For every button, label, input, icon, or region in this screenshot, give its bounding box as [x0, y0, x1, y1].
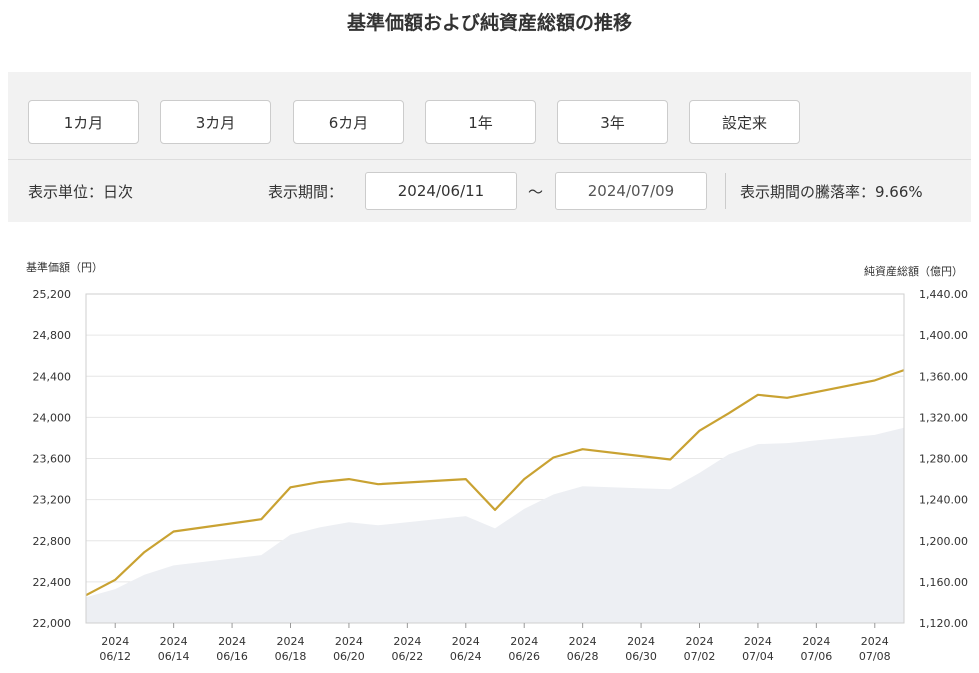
right-y-tick-label: 1,280.00	[919, 453, 968, 466]
period-button-1m[interactable]: 1カ月	[28, 100, 139, 144]
x-tick-date: 07/06	[801, 650, 833, 663]
x-tick-year: 2024	[393, 635, 421, 648]
x-tick-date: 06/18	[275, 650, 307, 663]
x-tick-year: 2024	[335, 635, 363, 648]
right-y-tick-label: 1,240.00	[919, 494, 968, 507]
left-y-tick-label: 24,800	[33, 329, 72, 342]
to-date-field[interactable]: 2024/07/09	[555, 172, 707, 210]
right-y-tick-label: 1,440.00	[919, 288, 968, 301]
left-y-tick-label: 24,000	[33, 411, 72, 424]
display-period-label: 表示期間：	[268, 183, 344, 201]
x-tick-year: 2024	[627, 635, 655, 648]
change-rate-label: 表示期間の騰落率：9.66%	[740, 183, 923, 201]
x-tick-year: 2024	[277, 635, 305, 648]
left-y-tick-label: 22,000	[33, 617, 72, 630]
right-y-tick-label: 1,160.00	[919, 576, 968, 589]
from-date-field[interactable]: 2024/06/11	[365, 172, 517, 210]
x-tick-year: 2024	[802, 635, 830, 648]
x-tick-date: 06/30	[625, 650, 657, 663]
x-tick-date: 06/24	[450, 650, 482, 663]
x-tick-date: 07/08	[859, 650, 891, 663]
net-assets-area	[86, 427, 904, 623]
x-tick-date: 06/28	[567, 650, 599, 663]
nav-chart-svg: 基準価額（円） 純資産総額（億円） 25,200 24,800 24,400 24,0…	[26, 260, 968, 663]
controls-separator	[725, 173, 726, 209]
x-tick-year: 2024	[452, 635, 480, 648]
x-tick-date: 06/12	[99, 650, 131, 663]
period-button-6m[interactable]: 6カ月	[293, 100, 404, 144]
x-tick-date: 06/14	[158, 650, 190, 663]
x-tick-year: 2024	[101, 635, 129, 648]
page-title: 基準価額および純資産総額の推移	[346, 12, 632, 34]
x-tick-year: 2024	[569, 635, 597, 648]
left-y-tick-label: 22,400	[33, 576, 72, 589]
x-tick-year: 2024	[218, 635, 246, 648]
x-tick-year: 2024	[744, 635, 772, 648]
x-tick-year: 2024	[686, 635, 714, 648]
period-button-since-inception[interactable]: 設定来	[689, 100, 800, 144]
period-button-3y[interactable]: 3年	[557, 100, 668, 144]
nav-chart: 基準価額（円） 純資産総額（億円） 25,200 24,800 24,400 24,0…	[0, 250, 979, 669]
x-tick-year: 2024	[160, 635, 188, 648]
x-tick-date: 06/22	[392, 650, 424, 663]
right-y-tick-label: 1,400.00	[919, 329, 968, 342]
right-y-tick-label: 1,200.00	[919, 535, 968, 548]
period-button-3m[interactable]: 3カ月	[160, 100, 271, 144]
x-tick-year: 2024	[861, 635, 889, 648]
x-tick-date: 06/26	[508, 650, 540, 663]
display-controls: 表示単位：日次 表示期間： 2024/06/11 ～ 2024/07/09 表示…	[8, 160, 971, 222]
right-y-tick-label: 1,320.00	[919, 411, 968, 424]
date-range-tilde: ～	[528, 183, 544, 201]
x-tick-date: 07/04	[742, 650, 774, 663]
right-y-tick-label: 1,360.00	[919, 370, 968, 383]
left-axis-label: 基準価額（円）	[26, 260, 103, 274]
left-y-tick-label: 24,400	[33, 370, 72, 383]
x-tick-date: 06/16	[216, 650, 248, 663]
period-button-1y[interactable]: 1年	[425, 100, 536, 144]
x-tick-date: 06/20	[333, 650, 365, 663]
x-tick-date: 07/02	[684, 650, 716, 663]
x-tick-year: 2024	[510, 635, 538, 648]
right-y-tick-label: 1,120.00	[919, 617, 968, 630]
display-unit-label: 表示単位：日次	[28, 183, 134, 201]
left-y-tick-label: 22,800	[33, 535, 72, 548]
left-y-tick-label: 23,600	[33, 453, 72, 466]
left-y-tick-label: 23,200	[33, 494, 72, 507]
right-axis-label: 純資産総額（億円）	[864, 264, 963, 278]
left-y-tick-label: 25,200	[33, 288, 72, 301]
control-panel: 1カ月 3カ月 6カ月 1年 3年 設定来 表示単位：日次 表示期間： 2024…	[8, 72, 971, 222]
